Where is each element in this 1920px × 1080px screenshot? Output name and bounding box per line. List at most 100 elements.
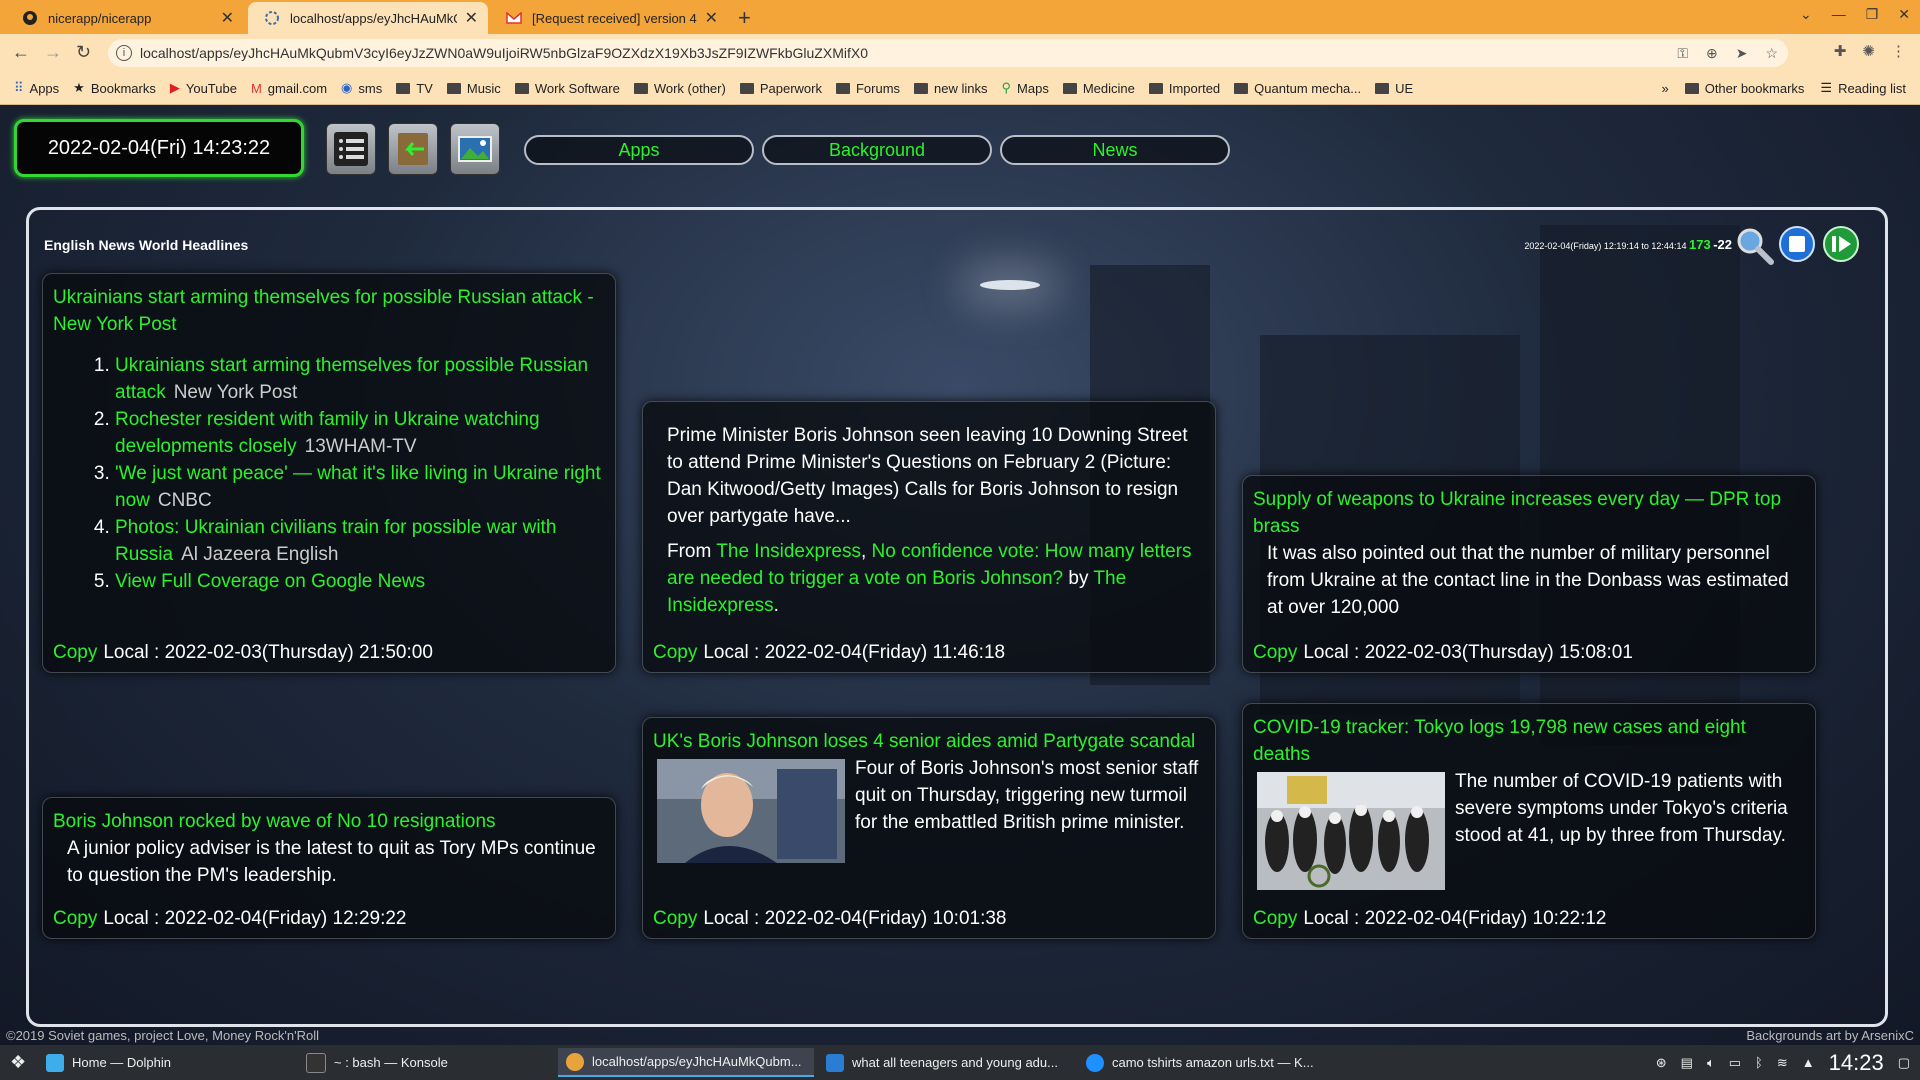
gmail-icon: M [250,80,262,96]
menu-icon[interactable]: ⋮ [1891,42,1906,60]
news-headline[interactable]: Boris Johnson rocked by wave of No 10 re… [53,808,605,835]
address-bar[interactable]: i localhost/apps/eyJhcHAuMkQubmV3cyI6eyJ… [108,39,1788,67]
app-launcher-icon[interactable]: ❖ [10,1052,26,1073]
bookmark-bookmarks[interactable]: ★ Bookmarks [73,80,156,96]
copy-button[interactable]: Copy [1253,642,1297,663]
bookmark-folder-ue[interactable]: UE [1375,81,1413,96]
new-tab-button[interactable]: + [738,5,751,31]
menu-background-button[interactable]: Background [762,135,992,165]
search-button[interactable] [1734,225,1774,265]
reading-list[interactable]: ☰ Reading list [1820,80,1906,96]
battery-icon[interactable]: ▭ [1729,1055,1741,1071]
back-icon[interactable]: ← [12,42,30,63]
play-button[interactable] [1822,225,1859,262]
task-konsole[interactable]: ~ : bash — Konsole [298,1048,554,1077]
reading-list-icon: ☰ [1820,80,1833,95]
close-icon[interactable]: ✕ [705,8,718,28]
task-browser[interactable]: localhost/apps/eyJhcHAuMkQubm... [558,1048,814,1077]
tab-search-icon[interactable]: ⌄ [1800,6,1812,23]
related-link[interactable]: View Full Coverage on Google News [115,571,425,592]
bookmark-folder-medicine[interactable]: Medicine [1062,81,1135,96]
copy-button[interactable]: Copy [53,908,97,929]
bookmark-folder-forums[interactable]: Forums [835,81,900,96]
search-icon [1737,228,1774,265]
bookmark-folder-new-links[interactable]: new links [914,81,988,96]
copy-button[interactable]: Copy [653,642,697,663]
copy-button[interactable]: Copy [653,908,697,929]
restore-icon[interactable]: ❐ [1866,6,1879,23]
menu-apps-button[interactable]: Apps [524,135,754,165]
bookmark-gmail[interactable]: Mgmail.com [251,81,327,96]
news-headline[interactable]: Ukrainians start arming themselves for p… [53,284,605,338]
sms-icon: ◉ [341,80,353,95]
profile-icon[interactable]: ✺ [1862,42,1875,60]
news-time: Local : 2022-02-04(Friday) 11:46:18 [703,642,1006,663]
zoom-icon[interactable]: ⊕ [1706,45,1718,62]
other-bookmarks[interactable]: Other bookmarks [1684,81,1804,96]
copy-button[interactable]: Copy [1253,908,1297,929]
volume-icon[interactable]: 🔈︎ [1707,1055,1715,1071]
copy-button[interactable]: Copy [53,642,97,663]
news-headline[interactable]: Supply of weapons to Ukraine increases e… [1253,486,1805,540]
bookmark-folder-work-software[interactable]: Work Software [514,81,620,96]
task-document[interactable]: what all teenagers and young adu... [818,1048,1074,1077]
back-app-button[interactable] [388,123,438,175]
bookmarks-overflow-button[interactable]: » [1661,81,1668,96]
background-picker-button[interactable] [450,123,500,175]
gmail-icon [506,10,522,26]
close-icon[interactable]: ✕ [465,8,478,28]
minimize-icon[interactable]: — [1832,6,1846,23]
menu-news-button[interactable]: News [1000,135,1230,165]
site-info-icon[interactable]: i [116,45,132,61]
close-icon[interactable]: ✕ [221,8,234,28]
news-card: Boris Johnson rocked by wave of No 10 re… [42,797,616,939]
bookmarks-bar: ⠿ Apps ★ Bookmarks ▶ YouTube Mgmail.com ◉ sm… [0,72,1920,105]
news-headline[interactable]: COVID-19 tracker: Tokyo logs 19,798 new … [1253,714,1805,768]
task-dolphin[interactable]: Home — Dolphin [38,1048,294,1077]
news-card: Ukrainians start arming themselves for p… [42,273,616,673]
tab-github[interactable]: nicerapp/nicerapp ✕ [6,2,244,34]
bookmark-folder-work-other[interactable]: Work (other) [633,81,726,96]
play-icon [1823,226,1859,262]
key-icon[interactable]: ⚿ [1677,45,1688,62]
show-desktop-icon[interactable]: ▢ [1898,1055,1910,1071]
star-icon[interactable]: ☆ [1765,45,1778,62]
bookmark-folder-music[interactable]: Music [446,81,501,96]
forward-icon[interactable]: → [44,42,62,63]
footer-credits: ©2019 Soviet games, project Love, Money … [6,1028,319,1043]
tab-gmail[interactable]: [Request received] version 4. ✕ [490,2,728,34]
news-thumbnail[interactable] [657,759,845,868]
folder-icon [1684,82,1699,94]
extensions-icon[interactable]: ✚ [1834,42,1847,60]
news-source: CNBC [157,490,212,511]
clipboard-icon[interactable]: ▤ [1681,1055,1693,1071]
taskbar-clock[interactable]: 14:23 [1829,1050,1884,1076]
bluetooth-icon[interactable]: ᛒ [1755,1055,1763,1070]
youtube-icon: ▶ [169,80,180,95]
list-item: Ukrainians start arming themselves for p… [115,352,605,406]
send-icon[interactable]: ➤ [1736,45,1748,62]
bookmark-folder-quantum[interactable]: Quantum mecha... [1234,81,1361,96]
news-thumbnail[interactable] [1257,772,1445,895]
news-headline[interactable]: UK's Boris Johnson loses 4 senior aides … [653,728,1205,755]
bookmark-folder-imported[interactable]: Imported [1148,81,1220,96]
list-menu-button[interactable] [326,123,376,175]
close-window-icon[interactable]: ✕ [1898,6,1910,23]
news-source: Al Jazeera English [181,544,339,565]
bookmark-sms[interactable]: ◉ sms [341,80,382,96]
network-icon[interactable]: ⊛ [1656,1055,1667,1071]
tray-expand-icon[interactable]: ▲ [1802,1055,1815,1070]
folder-icon [396,82,411,94]
tab-localhost[interactable]: localhost/apps/eyJhcHAuMkQubm ✕ [248,2,488,34]
bookmark-maps[interactable]: ⚲ Maps [1002,80,1049,96]
news-time: Local : 2022-02-03(Thursday) 21:50:00 [103,642,433,663]
bookmark-youtube[interactable]: ▶ YouTube [170,80,237,96]
bookmark-folder-tv[interactable]: TV [396,81,433,96]
source-link[interactable]: The Insidexpress [716,541,861,562]
reload-icon[interactable]: ↻ [76,42,91,63]
stop-button[interactable] [1778,225,1815,262]
bookmark-folder-paperwork[interactable]: Paperwork [739,81,822,96]
task-kate[interactable]: camo tshirts amazon urls.txt — K... [1078,1048,1334,1077]
wifi-icon[interactable]: ≋ [1777,1055,1788,1071]
bookmark-apps[interactable]: ⠿ Apps [14,80,59,96]
